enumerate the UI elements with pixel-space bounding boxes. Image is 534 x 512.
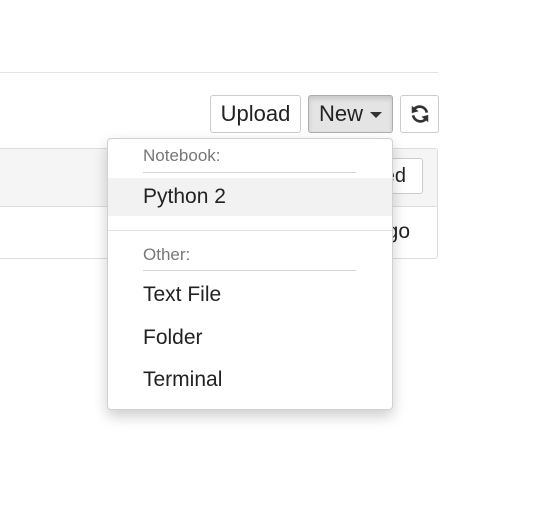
notebook-section-header: Notebook: — [143, 146, 221, 165]
refresh-icon — [411, 105, 428, 123]
other-section-rule — [143, 270, 356, 271]
menu-item-terminal[interactable]: Terminal — [108, 362, 392, 398]
caret-down-icon — [370, 112, 382, 118]
menu-item-text-file[interactable]: Text File — [108, 277, 392, 313]
menu-divider — [108, 230, 392, 231]
new-button[interactable]: New — [308, 95, 393, 133]
new-button-label: New — [319, 101, 364, 126]
upload-button[interactable]: Upload — [210, 95, 301, 133]
menu-item-python-2[interactable]: Python 2 — [108, 178, 392, 216]
tabs-divider — [0, 72, 438, 73]
menu-item-folder[interactable]: Folder — [108, 320, 392, 356]
notebook-section-rule — [143, 172, 356, 173]
other-section-header: Other: — [143, 245, 191, 264]
new-dropdown-menu: Notebook: Python 2 Other: Text File Fold… — [107, 138, 393, 410]
jupyter-dashboard: Upload New ed go Notebook: Python 2 Othe… — [0, 0, 534, 512]
refresh-button[interactable] — [400, 95, 439, 133]
